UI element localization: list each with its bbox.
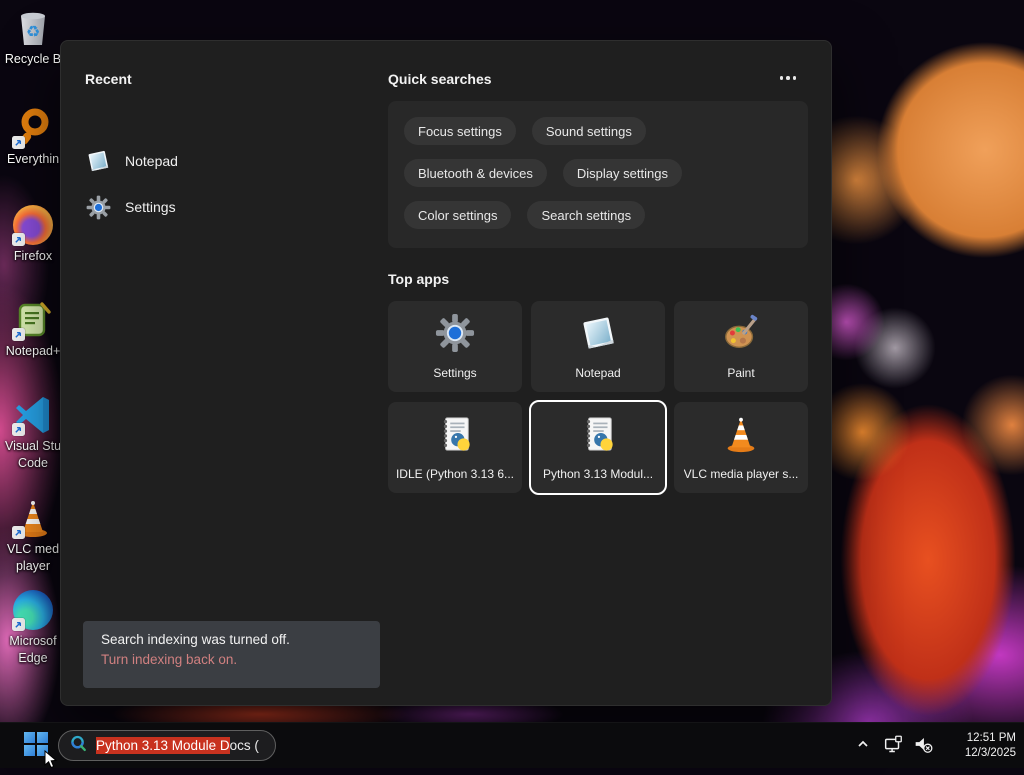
indexing-notice: Search indexing was turned off. Turn ind…: [83, 621, 380, 688]
top-apps-grid: Settings Notepad: [388, 301, 808, 493]
volume-muted-icon: [912, 733, 934, 760]
clock-date: 12/3/2025: [938, 746, 1016, 761]
quick-search-pill-bluetooth-devices[interactable]: Bluetooth & devices: [404, 159, 547, 187]
chevron-up-icon: [855, 736, 871, 757]
tray-clock[interactable]: 12:51 PM 12/3/2025: [938, 731, 1016, 761]
vlc-cone-icon: [11, 496, 55, 540]
top-apps-title: Top apps: [388, 271, 449, 287]
top-app-label: Paint: [727, 366, 754, 380]
recent-item-notepad[interactable]: Notepad: [85, 145, 285, 177]
top-app-tile-vlc[interactable]: VLC media player s...: [674, 402, 808, 493]
shortcut-arrow-icon: [12, 233, 25, 246]
gear-icon: [85, 194, 111, 220]
notepad-plus-plus-icon: [11, 298, 55, 342]
volume-button[interactable]: [908, 723, 938, 769]
shortcut-arrow-icon: [12, 328, 25, 341]
desktop-icon-label: Firefox: [14, 249, 52, 264]
top-app-label: Settings: [433, 366, 476, 380]
taskbar: Python 3.13 Module Docs (: [0, 722, 1024, 768]
desktop-icon-label: VLC med: [7, 542, 59, 557]
top-app-label: Python 3.13 Modul...: [543, 467, 653, 481]
quick-search-pill-color-settings[interactable]: Color settings: [404, 201, 511, 229]
windows-logo-icon: [23, 731, 49, 762]
quick-search-pill-focus-settings[interactable]: Focus settings: [404, 117, 516, 145]
taskbar-search-input[interactable]: Python 3.13 Module Docs (: [58, 730, 276, 761]
recent-item-label: Notepad: [125, 153, 178, 169]
desktop-icon-vlc[interactable]: VLC med player: [0, 496, 66, 574]
notepad-icon: [85, 148, 111, 174]
recent-item-settings[interactable]: Settings: [85, 191, 285, 223]
search-text-selected: Python 3.13 Module D: [96, 737, 230, 754]
top-app-tile-settings[interactable]: Settings: [388, 301, 522, 392]
top-app-tile-idle-python[interactable]: IDLE (Python 3.13 6...: [388, 402, 522, 493]
ellipsis-icon: [780, 76, 784, 80]
shortcut-arrow-icon: [12, 423, 25, 436]
quick-search-pill-sound-settings[interactable]: Sound settings: [532, 117, 646, 145]
clock-time: 12:51 PM: [938, 731, 1016, 746]
vlc-cone-icon: [721, 414, 761, 459]
network-button[interactable]: [878, 723, 908, 769]
paint-palette-icon: [721, 313, 761, 358]
top-app-label: IDLE (Python 3.13 6...: [396, 467, 514, 481]
svg-text:♻: ♻: [26, 24, 40, 41]
desktop-icon-label: Notepad+: [6, 344, 61, 359]
top-app-tile-python-docs[interactable]: Python 3.13 Modul...: [531, 402, 665, 493]
shortcut-arrow-icon: [12, 526, 25, 539]
desktop-icon-edge[interactable]: Microsof Edge: [0, 588, 66, 666]
desktop-icon-label-line2: Edge: [18, 651, 47, 666]
everything-search-icon: [11, 106, 55, 150]
top-app-tile-paint[interactable]: Paint: [674, 301, 808, 392]
desktop-icon-label: Microsof: [9, 634, 56, 649]
top-app-label: VLC media player s...: [684, 467, 799, 481]
quick-search-pill-display-settings[interactable]: Display settings: [563, 159, 682, 187]
edge-icon: [11, 588, 55, 632]
vscode-icon: [11, 393, 55, 437]
recent-section-title: Recent: [85, 71, 132, 87]
top-app-tile-notepad[interactable]: Notepad: [531, 301, 665, 392]
more-options-button[interactable]: [775, 69, 801, 87]
desktop-icon-everything[interactable]: Everythin: [0, 106, 66, 167]
search-text-rest: ocs (: [230, 738, 259, 753]
python-document-icon: [578, 414, 618, 459]
desktop-icon-firefox[interactable]: Firefox: [0, 203, 66, 264]
quick-search-pill-search-settings[interactable]: Search settings: [527, 201, 645, 229]
start-button[interactable]: [16, 731, 56, 761]
shortcut-arrow-icon: [12, 618, 25, 631]
quick-searches-box: Focus settings Sound settings Bluetooth …: [388, 101, 808, 248]
desktop-icon-label-line2: Code: [18, 456, 48, 471]
desktop-icon-label: Visual Stu: [5, 439, 61, 454]
desktop-icon-vscode[interactable]: Visual Stu Code: [0, 393, 66, 471]
indexing-notice-text: Search indexing was turned off.: [101, 632, 362, 647]
desktop-icon-label-line2: player: [16, 559, 50, 574]
desktop-icon-label: Recycle B: [5, 52, 61, 67]
ethernet-network-icon: [882, 733, 904, 760]
firefox-icon: [11, 203, 55, 247]
system-tray: 12:51 PM 12/3/2025: [848, 723, 1024, 769]
recent-item-label: Settings: [125, 199, 176, 215]
recycle-bin-icon: ♻: [11, 6, 55, 50]
desktop-icon-recycle-bin[interactable]: ♻ Recycle B: [0, 6, 66, 67]
gear-icon: [435, 313, 475, 358]
turn-indexing-on-link[interactable]: Turn indexing back on.: [101, 652, 362, 667]
tray-overflow-button[interactable]: [848, 723, 878, 769]
shortcut-arrow-icon: [12, 136, 25, 149]
desktop-icon-notepad-plus-plus[interactable]: Notepad+: [0, 298, 66, 359]
desktop-icon-label: Everythin: [7, 152, 59, 167]
quick-searches-title: Quick searches: [388, 71, 492, 87]
python-document-icon: [435, 414, 475, 459]
search-flyout-panel: Recent Notepad: [60, 40, 832, 706]
top-app-label: Notepad: [575, 366, 620, 380]
notepad-icon: [578, 313, 618, 358]
search-icon: [69, 734, 88, 758]
